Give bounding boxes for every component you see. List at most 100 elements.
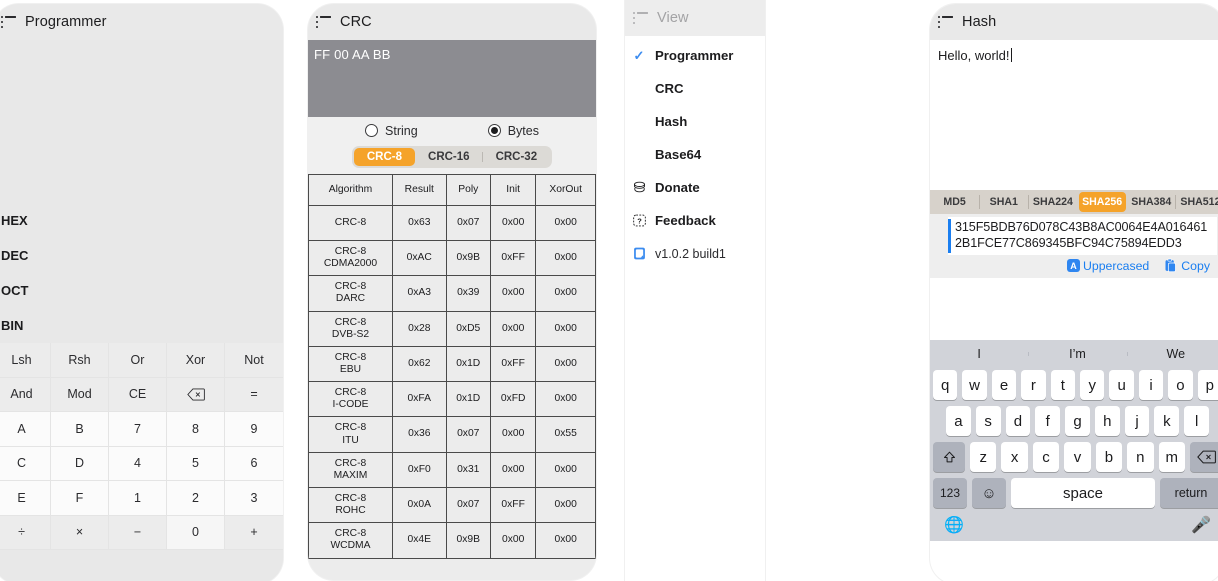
key-b[interactable]: B: [51, 412, 109, 447]
space-key[interactable]: space: [1011, 478, 1155, 509]
key-q[interactable]: q: [932, 370, 958, 401]
key-o[interactable]: o: [1168, 370, 1193, 401]
table-row[interactable]: CRC-8 EBU 0x62 0x1D 0xFF 0x00: [308, 345, 596, 383]
key-ce[interactable]: CE: [109, 377, 167, 412]
key-i[interactable]: i: [1138, 370, 1164, 401]
radio-bytes[interactable]: Bytes: [487, 124, 539, 138]
menu-item-base64[interactable]: Base64: [625, 138, 765, 171]
key-x[interactable]: x: [1001, 442, 1028, 473]
key-4[interactable]: 4: [109, 446, 167, 481]
numbers-key[interactable]: 123: [933, 478, 967, 509]
key-v[interactable]: v: [1064, 442, 1091, 473]
key-mod[interactable]: Mod: [51, 377, 109, 412]
key-plus[interactable]: +: [225, 515, 283, 550]
tab-sha512[interactable]: SHA512: [1175, 192, 1218, 212]
prediction-3[interactable]: We: [1126, 347, 1218, 361]
key-k[interactable]: k: [1154, 406, 1180, 437]
copy-button[interactable]: Copy: [1163, 258, 1210, 273]
segment-crc-8[interactable]: CRC-8: [353, 148, 416, 166]
prediction-2[interactable]: I’m: [1028, 347, 1126, 361]
key-lsh[interactable]: Lsh: [0, 343, 51, 378]
hamburger-list-icon[interactable]: [1, 16, 16, 28]
key-u[interactable]: u: [1109, 370, 1134, 401]
key-c[interactable]: C: [0, 446, 51, 481]
tab-sha224[interactable]: SHA224: [1027, 192, 1076, 212]
key-a[interactable]: A: [0, 412, 51, 447]
table-row[interactable]: CRC-8 DVB-S2 0x28 0xD5 0x00 0x00: [308, 310, 596, 347]
key-c[interactable]: c: [1032, 442, 1060, 473]
key-0[interactable]: 0: [167, 515, 225, 550]
key-or[interactable]: Or: [109, 343, 167, 378]
microphone-icon[interactable]: 🎤: [1191, 515, 1211, 535]
key-z[interactable]: z: [970, 442, 997, 473]
menu-item-programmer[interactable]: ✓ Programmer: [625, 39, 765, 72]
hash-input-field[interactable]: Hello, world!: [930, 40, 1218, 190]
tab-sha1[interactable]: SHA1: [978, 192, 1027, 212]
key-and[interactable]: And: [0, 377, 51, 412]
key-t[interactable]: t: [1050, 370, 1075, 401]
key-l[interactable]: l: [1184, 406, 1210, 437]
hamburger-list-icon[interactable]: [633, 12, 648, 24]
table-row[interactable]: CRC-8 CDMA2000 0xAC 0x9B 0xFF 0x00: [308, 239, 596, 277]
key-6[interactable]: 6: [225, 446, 283, 481]
key-not[interactable]: Not: [225, 343, 283, 378]
key-rsh[interactable]: Rsh: [51, 343, 109, 378]
key-9[interactable]: 9: [225, 412, 283, 447]
radix-item-oct[interactable]: OCT: [0, 273, 283, 308]
key-s[interactable]: s: [975, 406, 1001, 437]
hamburger-list-icon[interactable]: [938, 16, 953, 28]
radix-item-hex[interactable]: HEX: [0, 203, 283, 238]
table-row[interactable]: CRC-8 MAXIM 0xF0 0x31 0x00 0x00: [308, 451, 596, 488]
programmer-display[interactable]: [0, 40, 283, 203]
tab-md5[interactable]: MD5: [931, 192, 978, 212]
key-equals[interactable]: =: [225, 377, 283, 412]
key-j[interactable]: j: [1124, 406, 1150, 437]
key-f[interactable]: f: [1035, 406, 1061, 437]
radix-item-dec[interactable]: DEC: [0, 238, 283, 273]
key-backspace[interactable]: [167, 377, 225, 412]
hash-digest-value[interactable]: 315F5BDB76D078C43B8AC0064E4A0164612B1FCE…: [948, 217, 1217, 256]
table-row[interactable]: CRC-8 ROHC 0x0A 0x07 0xFF 0x00: [308, 486, 596, 524]
key-w[interactable]: w: [962, 370, 987, 401]
key-minus[interactable]: −: [109, 515, 167, 550]
key-e[interactable]: E: [0, 481, 51, 516]
key-7[interactable]: 7: [109, 412, 167, 447]
prediction-1[interactable]: I: [930, 347, 1028, 361]
key-2[interactable]: 2: [167, 481, 225, 516]
key-divide[interactable]: ÷: [0, 515, 51, 550]
key-a[interactable]: a: [945, 406, 971, 437]
tab-sha384[interactable]: SHA384: [1128, 192, 1175, 212]
table-row[interactable]: CRC-8 WCDMA 0x4E 0x9B 0x00 0x00: [308, 522, 596, 559]
tab-sha256[interactable]: SHA256: [1078, 192, 1126, 212]
radio-string[interactable]: String: [365, 124, 418, 138]
menu-item-hash[interactable]: Hash: [625, 105, 765, 138]
key-d[interactable]: d: [1005, 406, 1031, 437]
key-8[interactable]: 8: [167, 412, 225, 447]
table-row[interactable]: CRC-8 0x63 0x07 0x00 0x00: [308, 205, 596, 241]
table-row[interactable]: CRC-8 I-CODE 0xFA 0x1D 0xFD 0x00: [308, 381, 596, 418]
key-multiply[interactable]: ×: [51, 515, 109, 550]
key-f[interactable]: F: [51, 481, 109, 516]
key-m[interactable]: m: [1158, 442, 1185, 473]
key-e[interactable]: e: [991, 370, 1017, 401]
radix-item-bin[interactable]: BIN: [0, 308, 283, 343]
table-row[interactable]: CRC-8 ITU 0x36 0x07 0x00 0x55: [308, 416, 596, 453]
key-n[interactable]: n: [1127, 442, 1154, 473]
backspace-key[interactable]: [1190, 442, 1218, 473]
table-row[interactable]: CRC-8 DARC 0xA3 0x39 0x00 0x00: [308, 275, 596, 312]
key-d[interactable]: D: [51, 446, 109, 481]
emoji-key[interactable]: ☺: [972, 478, 1006, 509]
key-r[interactable]: r: [1021, 370, 1046, 401]
key-5[interactable]: 5: [167, 446, 225, 481]
return-key[interactable]: return: [1160, 478, 1218, 509]
key-xor[interactable]: Xor: [167, 343, 225, 378]
key-y[interactable]: y: [1080, 370, 1105, 401]
segment-crc-32[interactable]: CRC-32: [482, 148, 551, 166]
key-1[interactable]: 1: [109, 481, 167, 516]
key-b[interactable]: b: [1095, 442, 1123, 473]
menu-item-donate[interactable]: Donate: [625, 171, 765, 204]
crc-input-field[interactable]: FF 00 AA BB: [308, 40, 596, 117]
menu-item-feedback[interactable]: ? Feedback: [625, 204, 765, 237]
uppercased-button[interactable]: A Uppercased: [1066, 258, 1149, 273]
segment-crc-16[interactable]: CRC-16: [415, 148, 483, 166]
